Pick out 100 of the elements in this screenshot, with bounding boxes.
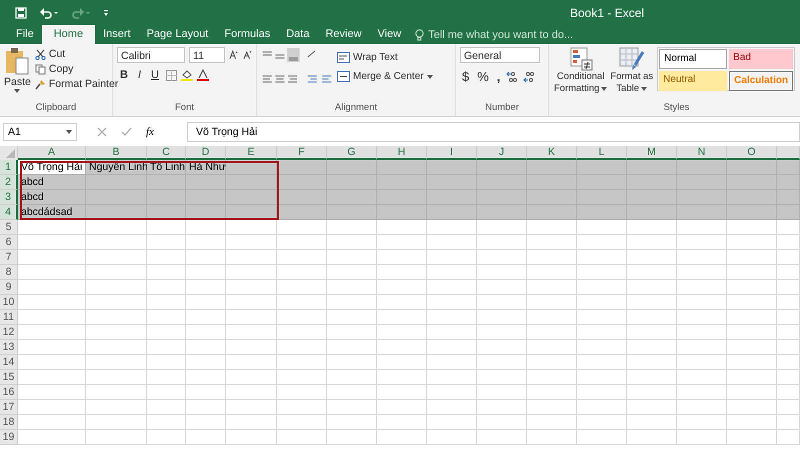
table-cell	[777, 355, 800, 370]
column-header[interactable]: H	[377, 146, 427, 160]
table-cell	[147, 310, 186, 325]
table-cell	[627, 370, 677, 385]
column-header[interactable]: M	[627, 146, 677, 160]
cut-button[interactable]: Cut	[34, 47, 118, 61]
save-icon[interactable]	[15, 6, 27, 18]
column-header[interactable]: C	[147, 146, 186, 160]
caret-icon	[641, 87, 648, 91]
ribbon-tab[interactable]: Home	[42, 25, 96, 44]
row-header[interactable]: 2	[0, 175, 18, 190]
comma-button[interactable]: ,	[494, 69, 502, 84]
ribbon-tab[interactable]: Formulas	[216, 25, 278, 44]
ribbon-tab[interactable]: File	[8, 25, 42, 44]
ribbon-tab[interactable]: Page Layout	[138, 25, 216, 44]
corner-triangle-icon	[6, 149, 15, 158]
row-header[interactable]: 17	[0, 400, 18, 415]
row-header[interactable]: 13	[0, 340, 18, 355]
table-cell: abcd	[18, 175, 86, 190]
font-size-dropdown[interactable]: 11	[189, 47, 226, 63]
row-header[interactable]: 9	[0, 280, 18, 295]
format-painter-button[interactable]: Format Painter	[34, 77, 118, 91]
column-header[interactable]: G	[327, 146, 377, 160]
row-header[interactable]: 6	[0, 235, 18, 250]
table-cell	[86, 175, 147, 190]
table-cell	[727, 220, 777, 235]
check-icon[interactable]	[121, 127, 132, 137]
column-header[interactable]: O	[727, 146, 777, 160]
table-cell	[186, 370, 226, 385]
table-cell	[186, 220, 226, 235]
bold-button[interactable]: B	[117, 69, 131, 81]
ribbon-tab[interactable]: Review	[317, 25, 370, 44]
insert-function-button[interactable]: fx	[146, 126, 154, 138]
row-header[interactable]: 8	[0, 265, 18, 280]
row-header[interactable]: 12	[0, 325, 18, 340]
table-cell	[527, 400, 577, 415]
ribbon-tab[interactable]: Data	[278, 25, 318, 44]
table-cell	[577, 310, 627, 325]
column-header[interactable]: A	[18, 146, 86, 160]
column-header[interactable]	[777, 146, 800, 160]
table-cell	[86, 310, 147, 325]
paste-button[interactable]: Paste	[4, 47, 31, 102]
row-header[interactable]: 3	[0, 190, 18, 205]
table-cell	[226, 175, 277, 190]
row-header[interactable]: 5	[0, 220, 18, 235]
cell-style-option[interactable]: Normal	[659, 49, 728, 69]
copy-button[interactable]: Copy	[34, 62, 118, 76]
customize-icon[interactable]	[103, 8, 109, 18]
cell-style-option[interactable]: Bad	[729, 49, 794, 69]
table-cell	[377, 385, 427, 400]
column-header[interactable]: K	[527, 146, 577, 160]
font-name-dropdown[interactable]: Calibri	[117, 47, 186, 63]
italic-button[interactable]: I	[134, 69, 144, 81]
ribbon-tab[interactable]: View	[370, 25, 410, 44]
column-header[interactable]: L	[577, 146, 627, 160]
row-header[interactable]: 14	[0, 355, 18, 370]
table-cell	[277, 355, 327, 370]
column-header[interactable]: N	[677, 146, 727, 160]
ribbon-tab[interactable]: Insert	[95, 25, 139, 44]
table-cell	[277, 310, 327, 325]
column-header[interactable]: F	[277, 146, 327, 160]
table-cell	[277, 400, 327, 415]
row-header[interactable]: 15	[0, 370, 18, 385]
grow-font-icon[interactable]	[229, 50, 239, 60]
column-header[interactable]: J	[477, 146, 527, 160]
tell-me-search[interactable]: Tell me what you want to do...	[415, 25, 598, 44]
row-header[interactable]: 18	[0, 415, 18, 430]
currency-button[interactable]: $	[460, 69, 472, 84]
wrap-text-button[interactable]: Wrap Text	[337, 51, 433, 64]
name-box[interactable]: A1	[3, 123, 77, 141]
column-header[interactable]: I	[427, 146, 477, 160]
row-header[interactable]: 7	[0, 250, 18, 265]
column-header[interactable]: D	[186, 146, 226, 160]
formula-input[interactable]: Võ Trọng Hải	[187, 122, 800, 142]
row-header[interactable]: 16	[0, 385, 18, 400]
row-header[interactable]: 19	[0, 430, 18, 445]
undo-icon[interactable]	[39, 6, 59, 18]
conditional-formatting-button[interactable]: Conditional Formatting	[553, 47, 608, 102]
fill-color-icon[interactable]	[180, 69, 193, 81]
decrease-decimal-icon[interactable]	[522, 70, 534, 82]
column-header[interactable]: B	[86, 146, 147, 160]
percent-button[interactable]: %	[475, 69, 491, 84]
increase-decimal-icon[interactable]	[506, 70, 518, 82]
table-cell	[677, 295, 727, 310]
column-header[interactable]: E	[226, 146, 277, 160]
table-cell	[777, 325, 800, 340]
font-color-icon[interactable]	[196, 69, 209, 81]
table-cell	[727, 325, 777, 340]
table-cell	[727, 385, 777, 400]
row-header[interactable]: 1	[0, 160, 18, 175]
cell-style-option[interactable]: Neutral	[659, 71, 728, 91]
merge-center-button[interactable]: Merge & Center	[337, 70, 433, 83]
row-header[interactable]: 10	[0, 295, 18, 310]
row-header[interactable]: 11	[0, 310, 18, 325]
shrink-font-icon[interactable]	[242, 50, 252, 60]
number-format-dropdown[interactable]: General	[460, 47, 540, 63]
borders-icon[interactable]	[166, 70, 177, 80]
row-header[interactable]: 4	[0, 205, 18, 220]
underline-button[interactable]: U	[148, 69, 162, 81]
format-as-table-button[interactable]: Format as Table	[609, 47, 654, 102]
